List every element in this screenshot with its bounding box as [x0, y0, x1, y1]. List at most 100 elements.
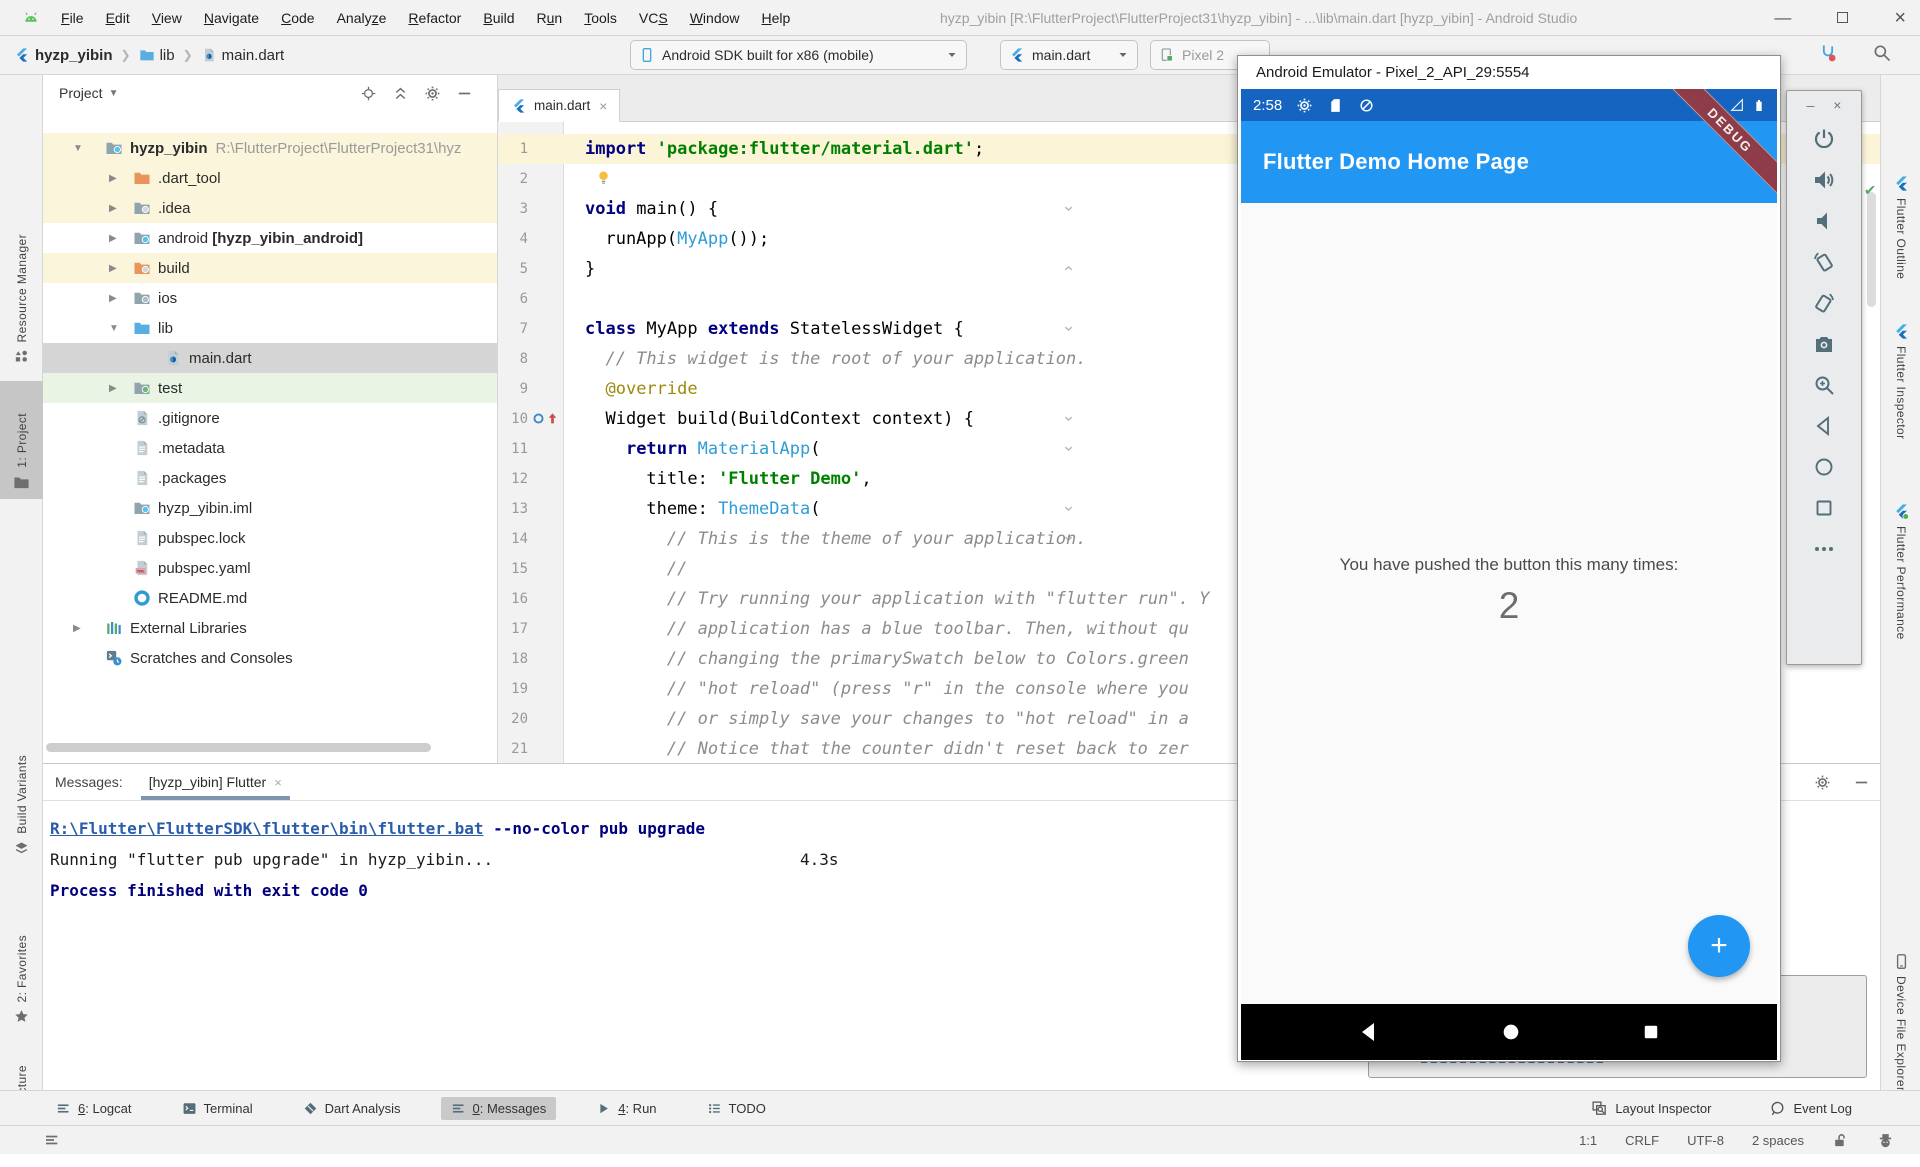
emulator-minimize-icon[interactable]: –: [1807, 97, 1815, 113]
hector-icon[interactable]: [1877, 1132, 1894, 1149]
menu-refactor[interactable]: Refactor: [397, 10, 472, 26]
project-panel-title[interactable]: Project: [59, 85, 103, 101]
status-item[interactable]: 1:1: [1579, 1133, 1597, 1148]
toolwindow-button-6-logcat[interactable]: 6: Logcat: [46, 1097, 142, 1120]
emulator-screen[interactable]: 2:58 Flutter Demo Home Page DEBUG You ha…: [1241, 89, 1777, 1060]
menu-run[interactable]: Run: [526, 10, 574, 26]
implements-marker-icon[interactable]: [546, 412, 559, 425]
tree-expand-arrow[interactable]: ▶: [109, 383, 117, 394]
fold-marker-icon[interactable]: [1062, 202, 1084, 215]
collapse-icon[interactable]: [392, 85, 409, 102]
emulator-more-icon[interactable]: [1812, 537, 1836, 561]
intention-bulb-icon[interactable]: [595, 169, 612, 186]
sidebar-item-flutter-performance[interactable]: Flutter Performance: [1881, 503, 1920, 721]
toolwindow-toggle-icon[interactable]: [0, 1132, 60, 1148]
emulator-close-icon[interactable]: ×: [1833, 97, 1841, 113]
tree-item-ios[interactable]: ▶ios: [43, 283, 497, 313]
nav-home-button[interactable]: [1500, 1021, 1522, 1043]
tree-expand-arrow[interactable]: ▶: [109, 173, 117, 184]
toolwindow-button-todo[interactable]: TODO: [697, 1097, 776, 1120]
emulator-rotate-left-icon[interactable]: [1812, 250, 1836, 274]
tree-item-android[interactable]: ▶android [hyzp_yibin_android]: [43, 223, 497, 253]
breadcrumb-item[interactable]: main.dart: [222, 47, 285, 64]
menu-help[interactable]: Help: [751, 10, 802, 26]
fold-marker-icon[interactable]: [1062, 322, 1084, 335]
menu-navigate[interactable]: Navigate: [193, 10, 270, 26]
tab-flutter-console[interactable]: [hyzp_yibin] Flutter ×: [137, 764, 294, 800]
emulator-back-icon[interactable]: [1812, 414, 1836, 438]
tree-expand-arrow[interactable]: ▶: [109, 233, 117, 244]
tree-item-pubspec-yaml[interactable]: YMLpubspec.yaml: [43, 553, 497, 583]
tree-item-scratches-and-consoles[interactable]: Scratches and Consoles: [43, 643, 497, 673]
sidebar-item-build-variants[interactable]: Build Variants: [0, 715, 43, 865]
tree-expand-arrow[interactable]: ▶: [109, 203, 117, 214]
device-selector-dropdown[interactable]: Android SDK built for x86 (mobile): [630, 40, 967, 70]
menu-tools[interactable]: Tools: [573, 10, 628, 26]
hide-panel-icon[interactable]: [1853, 774, 1870, 791]
chevron-down-icon[interactable]: ▼: [109, 88, 119, 99]
tree-item-readme-md[interactable]: README.md: [43, 583, 497, 613]
toolwindow-button-event-log[interactable]: Event Log: [1759, 1096, 1862, 1121]
menu-vcs[interactable]: VCS: [628, 10, 679, 26]
toolwindow-button-4-run[interactable]: 4: Run: [586, 1097, 666, 1120]
toolwindow-button-layout-inspector[interactable]: Layout Inspector: [1581, 1096, 1721, 1121]
close-tab-icon[interactable]: ×: [274, 775, 282, 790]
breadcrumb-item[interactable]: hyzp_yibin: [35, 47, 113, 64]
emulator-overview-icon[interactable]: [1812, 496, 1836, 520]
settings-gear-icon[interactable]: [1814, 774, 1831, 791]
emulator-title-bar[interactable]: Android Emulator - Pixel_2_API_29:5554: [1238, 56, 1780, 89]
minus-icon[interactable]: [456, 85, 473, 102]
tree-item--metadata[interactable]: .metadata: [43, 433, 497, 463]
emulator-volume-down-icon[interactable]: [1812, 209, 1836, 233]
emulator-zoom-icon[interactable]: [1812, 373, 1836, 397]
tree-item--dart-tool[interactable]: ▶.dart_tool: [43, 163, 497, 193]
emulator-home-icon[interactable]: [1812, 455, 1836, 479]
emulator-power-icon[interactable]: [1812, 127, 1836, 151]
tree-item-hyzp-yibin[interactable]: ▼hyzp_yibinR:\FlutterProject\FlutterProj…: [43, 133, 497, 163]
emulator-volume-up-icon[interactable]: [1812, 168, 1836, 192]
tree-item-external-libraries[interactable]: ▶External Libraries: [43, 613, 497, 643]
minimize-window-icon[interactable]: —: [1774, 0, 1791, 36]
breadcrumb-item[interactable]: lib: [160, 47, 175, 64]
tree-expand-arrow[interactable]: ▶: [109, 293, 117, 304]
unlock-icon[interactable]: [1832, 1132, 1849, 1149]
menu-code[interactable]: Code: [270, 10, 325, 26]
tree-item-test[interactable]: ▶test: [43, 373, 497, 403]
close-window-icon[interactable]: ×: [1894, 0, 1906, 36]
gear-icon[interactable]: [424, 85, 441, 102]
menu-file[interactable]: File: [50, 10, 95, 26]
close-tab-icon[interactable]: ×: [599, 98, 607, 114]
editor-scrollbar[interactable]: [1867, 192, 1876, 307]
tree-item-lib[interactable]: ▼lib: [43, 313, 497, 343]
sidebar-item--project[interactable]: 1: Project: [0, 381, 43, 499]
search-icon[interactable]: [1872, 43, 1892, 63]
horizontal-scrollbar[interactable]: [46, 743, 431, 752]
sidebar-item-flutter-inspector[interactable]: Flutter Inspector: [1881, 323, 1920, 505]
tree-item-main-dart[interactable]: main.dart: [43, 343, 497, 373]
run-config-dropdown[interactable]: main.dart: [1000, 40, 1138, 70]
toolwindow-button-0-messages[interactable]: 0: Messages: [441, 1097, 557, 1120]
menu-view[interactable]: View: [141, 10, 193, 26]
fold-marker-icon[interactable]: [1062, 412, 1084, 425]
locate-icon[interactable]: [360, 85, 377, 102]
console-link[interactable]: R:\Flutter\FlutterSDK\flutter\bin\flutte…: [50, 819, 483, 838]
sidebar-item--favorites[interactable]: 2: Favorites: [0, 905, 43, 1033]
menu-build[interactable]: Build: [472, 10, 525, 26]
tree-expand-arrow[interactable]: ▶: [73, 623, 81, 634]
sidebar-item-resource-manager[interactable]: Resource Manager: [0, 175, 43, 373]
tree-item--idea[interactable]: ▶.idea: [43, 193, 497, 223]
status-item[interactable]: CRLF: [1625, 1133, 1659, 1148]
emulator-rotate-right-icon[interactable]: [1812, 291, 1836, 315]
fold-marker-icon[interactable]: [1062, 502, 1084, 515]
increment-fab-button[interactable]: +: [1688, 915, 1750, 977]
tree-item-pubspec-lock[interactable]: pubspec.lock: [43, 523, 497, 553]
menu-analyze[interactable]: Analyze: [326, 10, 398, 26]
menu-edit[interactable]: Edit: [95, 10, 141, 26]
nav-overview-button[interactable]: [1641, 1022, 1661, 1042]
menu-window[interactable]: Window: [679, 10, 751, 26]
tree-collapse-arrow[interactable]: ▼: [73, 143, 83, 154]
tree-item--gitignore[interactable]: .gitignore: [43, 403, 497, 433]
fold-marker-icon[interactable]: [1062, 262, 1084, 275]
emulator-screenshot-icon[interactable]: [1812, 332, 1836, 356]
status-item[interactable]: 2 spaces: [1752, 1133, 1804, 1148]
